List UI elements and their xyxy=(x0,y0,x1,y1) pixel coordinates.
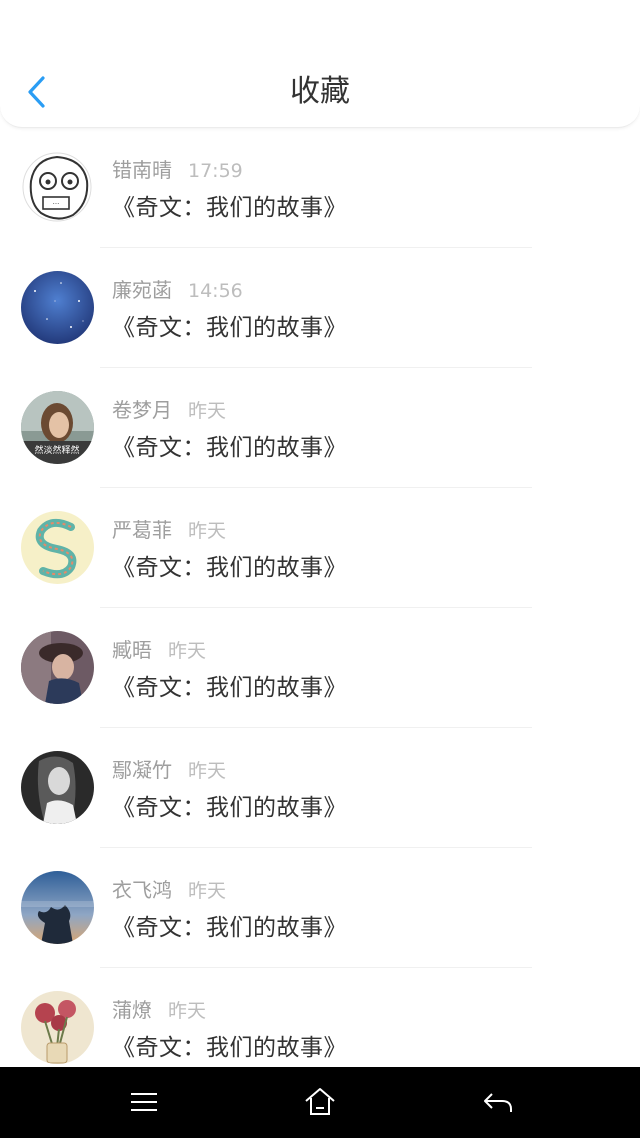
avatar xyxy=(21,871,94,944)
favorite-title: 《奇文：我们的故事》 xyxy=(112,675,347,701)
list-item[interactable]: 鄢凝竹 昨天 《奇文：我们的故事》 xyxy=(0,728,640,848)
favorite-title: 《奇文：我们的故事》 xyxy=(112,555,347,581)
timestamp: 17:59 xyxy=(188,160,243,182)
avatar xyxy=(21,751,94,824)
avatar xyxy=(21,271,94,344)
user-name: 衣飞鸿 xyxy=(112,878,172,902)
list-item[interactable]: 臧晤 昨天 《奇文：我们的故事》 xyxy=(0,608,640,728)
list-item[interactable]: 严葛菲 昨天 《奇文：我们的故事》 xyxy=(0,488,640,608)
avatar-caption: 然淡然释然 xyxy=(34,444,79,456)
system-nav-bar xyxy=(0,1067,640,1138)
timestamp: 14:56 xyxy=(188,280,243,302)
home-button[interactable] xyxy=(300,1084,340,1120)
timestamp: 昨天 xyxy=(188,880,227,902)
list-item[interactable]: 然淡然释然 卷梦月 昨天 《奇文：我们的故事》 xyxy=(0,368,640,488)
menu-icon xyxy=(131,1093,157,1111)
favorite-title: 《奇文：我们的故事》 xyxy=(112,195,347,221)
avatar: 然淡然释然 xyxy=(21,391,94,464)
avatar xyxy=(21,631,94,704)
timestamp: 昨天 xyxy=(168,1000,207,1022)
home-icon xyxy=(305,1088,335,1115)
timestamp: 昨天 xyxy=(188,400,227,422)
user-name: 严葛菲 xyxy=(112,518,172,542)
back-nav-button[interactable] xyxy=(478,1084,518,1120)
user-name: 蒲燎 xyxy=(112,998,152,1022)
timestamp: 昨天 xyxy=(168,640,207,662)
user-name: 臧晤 xyxy=(112,638,152,662)
avatar xyxy=(21,991,94,1064)
favorite-title: 《奇文：我们的故事》 xyxy=(112,435,347,461)
user-name: 廉宛菡 xyxy=(112,278,172,302)
top-bar: 收藏 xyxy=(0,0,640,128)
favorites-list: ··· 错南晴 17:59 《奇文：我们的故事》 廉宛菡 14:56 《奇文：我… xyxy=(0,128,640,1088)
timestamp: 昨天 xyxy=(188,760,227,782)
favorite-title: 《奇文：我们的故事》 xyxy=(112,915,347,941)
avatar: ··· xyxy=(21,151,94,224)
favorite-title: 《奇文：我们的故事》 xyxy=(112,795,347,821)
timestamp: 昨天 xyxy=(188,520,227,542)
svg-text:···: ··· xyxy=(53,200,60,208)
favorite-title: 《奇文：我们的故事》 xyxy=(112,315,347,341)
menu-button[interactable] xyxy=(124,1084,164,1120)
favorite-title: 《奇文：我们的故事》 xyxy=(112,1035,347,1061)
avatar xyxy=(21,511,94,584)
user-name: 卷梦月 xyxy=(112,398,172,422)
list-item[interactable]: ··· 错南晴 17:59 《奇文：我们的故事》 xyxy=(0,128,640,248)
user-name: 错南晴 xyxy=(112,158,172,182)
page-title: 收藏 xyxy=(290,74,350,109)
user-name: 鄢凝竹 xyxy=(112,758,172,782)
list-item[interactable]: 衣飞鸿 昨天 《奇文：我们的故事》 xyxy=(0,848,640,968)
list-item[interactable]: 廉宛菡 14:56 《奇文：我们的故事》 xyxy=(0,248,640,368)
back-arrow-icon xyxy=(484,1093,512,1112)
